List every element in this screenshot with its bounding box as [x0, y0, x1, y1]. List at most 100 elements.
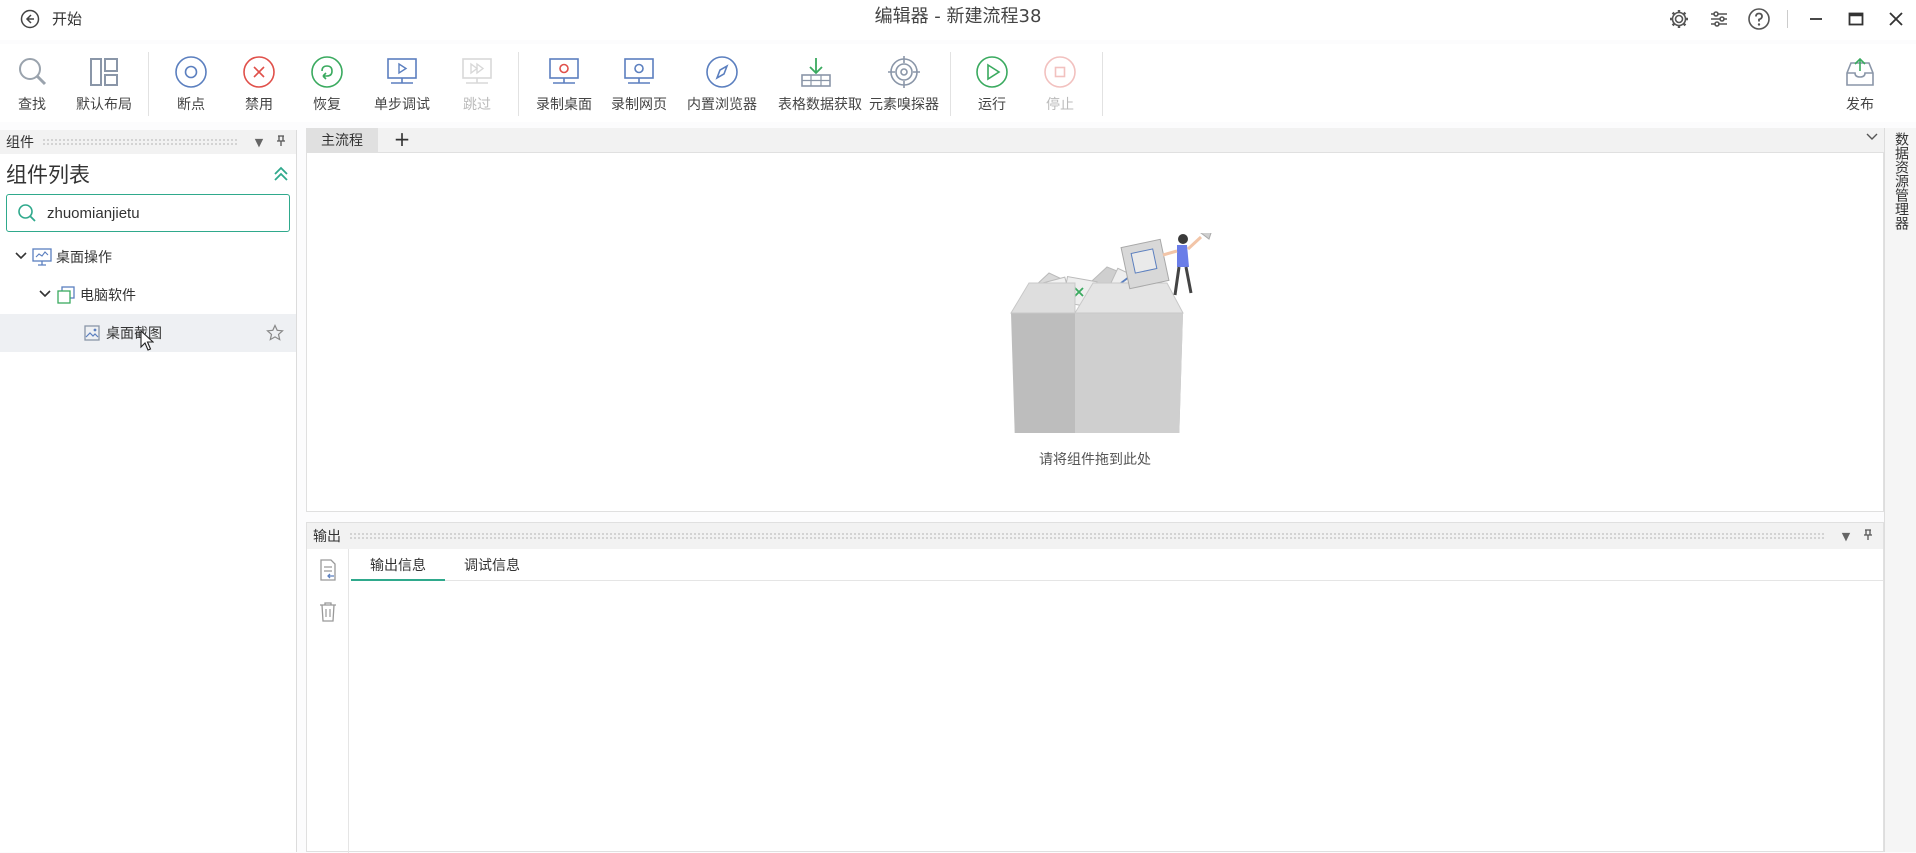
toolbar-label: 录制桌面 [536, 97, 592, 113]
toolbar-stop-button[interactable]: 停止 [1022, 50, 1098, 120]
toolbar-run-button[interactable]: 运行 [954, 50, 1030, 120]
component-search-input[interactable] [47, 204, 267, 222]
table-data-icon [801, 58, 831, 87]
toolbar-label: 运行 [978, 97, 1006, 113]
panel-grip[interactable] [349, 532, 1825, 540]
pin-icon[interactable] [1859, 528, 1877, 544]
data-resource-manager-label: 数据资源管理器 [1893, 132, 1909, 230]
restore-icon [311, 56, 343, 88]
layout-icon [90, 58, 118, 86]
toolbar-publish-button[interactable]: 发布 [1822, 50, 1898, 120]
screenshot-icon [82, 324, 102, 342]
pin-icon[interactable] [272, 134, 290, 150]
star-icon[interactable] [266, 324, 284, 342]
toolbar-label: 单步调试 [374, 97, 430, 113]
components-panel: 组件 ▼ 组件列表 桌面操作 电脑软件 桌面截图 [0, 130, 297, 852]
toolbar-separator [518, 52, 519, 116]
output-side-toolbar [307, 549, 349, 853]
empty-box-illustration [1010, 233, 1212, 433]
record-desktop-icon [549, 58, 579, 84]
toolbar-separator [148, 52, 149, 116]
tree-item-desktop-screenshot[interactable]: 桌面截图 [0, 314, 296, 352]
mouse-cursor-icon [140, 330, 154, 351]
toolbar-label: 停止 [1046, 97, 1074, 113]
toolbar-table-data-button[interactable]: 表格数据获取 [778, 50, 862, 120]
tree-item-label: 电脑软件 [80, 288, 136, 304]
chevron-down-icon[interactable] [1866, 132, 1878, 145]
tree-item-label: 桌面操作 [56, 250, 112, 266]
toolbar-label: 录制网页 [611, 97, 667, 113]
record-web-icon [624, 58, 654, 84]
help-icon[interactable] [1739, 4, 1779, 34]
toolbar-label: 断点 [177, 97, 205, 113]
browser-icon [706, 56, 738, 88]
collapse-up-icon[interactable] [272, 166, 290, 182]
toolbar: 查找 默认布局 断点 禁用 恢复 单步调试 跳过 录制桌面 录制网页 内置浏览器… [0, 44, 1916, 122]
toolbar-label: 发布 [1846, 97, 1874, 113]
title-bar: 开始 编辑器 - 新建流程38 [0, 0, 1916, 40]
toolbar-label: 元素嗅探器 [869, 97, 939, 113]
chevron-down-icon[interactable] [14, 251, 28, 264]
settings-icon[interactable] [1659, 4, 1699, 34]
plugin-icon[interactable] [1699, 4, 1739, 34]
disable-icon [243, 56, 275, 88]
tree-item-pc-software[interactable]: 电脑软件 [0, 276, 296, 314]
components-list-title: 组件列表 [6, 163, 90, 187]
toolbar-step-debug-button[interactable]: 单步调试 [364, 50, 440, 120]
output-tabs: 输出信息 调试信息 [351, 549, 1883, 581]
components-list-header: 组件列表 [0, 154, 296, 194]
toolbar-label: 表格数据获取 [778, 97, 862, 113]
output-panel-header: 输出 ▼ [307, 523, 1883, 549]
trash-icon [319, 602, 336, 622]
stop-icon [1044, 56, 1076, 88]
clear-log-button[interactable] [307, 591, 348, 633]
component-search-box[interactable] [6, 194, 290, 232]
panel-grip[interactable] [42, 138, 238, 146]
toolbar-browser-button[interactable]: 内置浏览器 [684, 50, 760, 120]
empty-canvas-hint: 请将组件拖到此处 [1039, 452, 1151, 468]
toolbar-record-desktop-button[interactable]: 录制桌面 [526, 50, 602, 120]
search-icon [19, 58, 47, 86]
output-panel: 输出 ▼ 输出信息 调试信息 [306, 522, 1884, 853]
minimize-icon[interactable] [1796, 4, 1836, 34]
output-panel-title: 输出 [313, 529, 341, 545]
chevron-down-icon[interactable]: ▼ [250, 136, 268, 149]
toolbar-disable-button[interactable]: 禁用 [221, 50, 297, 120]
skip-icon [462, 58, 492, 84]
toolbar-label: 默认布局 [76, 97, 132, 113]
tab-output-info[interactable]: 输出信息 [351, 555, 445, 581]
chevron-down-icon[interactable] [38, 289, 52, 302]
maximize-icon[interactable] [1836, 4, 1876, 34]
add-tab-button[interactable]: + [390, 128, 414, 152]
toolbar-restore-button[interactable]: 恢复 [289, 50, 365, 120]
toolbar-breakpoint-button[interactable]: 断点 [153, 50, 229, 120]
toolbar-label: 查找 [18, 97, 46, 113]
editor-tabs-bar: 主流程 + [306, 128, 1884, 152]
toolbar-record-web-button[interactable]: 录制网页 [601, 50, 677, 120]
toolbar-skip-button[interactable]: 跳过 [439, 50, 515, 120]
toolbar-element-sniffer-button[interactable]: 元素嗅探器 [867, 50, 941, 120]
toolbar-find-button[interactable]: 查找 [0, 50, 70, 120]
tab-debug-info[interactable]: 调试信息 [455, 555, 529, 581]
breakpoint-icon [175, 56, 207, 88]
export-log-icon [319, 559, 336, 581]
publish-icon [1846, 57, 1874, 86]
software-icon [56, 286, 76, 304]
step-debug-icon [387, 58, 417, 84]
chevron-down-icon[interactable]: ▼ [1837, 530, 1855, 543]
flow-canvas[interactable]: 请将组件拖到此处 [306, 152, 1884, 512]
data-resource-manager-tab[interactable]: 数据资源管理器 [1884, 128, 1916, 852]
export-log-button[interactable] [307, 549, 348, 591]
close-icon[interactable] [1876, 4, 1916, 34]
run-icon [976, 56, 1008, 88]
element-sniffer-icon [888, 56, 920, 88]
tree-item-desktop-ops[interactable]: 桌面操作 [0, 238, 296, 276]
toolbar-separator [1102, 52, 1103, 116]
toolbar-default-layout-button[interactable]: 默认布局 [66, 50, 142, 120]
title-separator [1787, 10, 1788, 28]
toolbar-label: 内置浏览器 [687, 97, 757, 113]
toolbar-label: 跳过 [463, 97, 491, 113]
toolbar-label: 恢复 [313, 97, 341, 113]
tab-main-flow[interactable]: 主流程 [306, 128, 378, 152]
toolbar-separator [950, 52, 951, 116]
